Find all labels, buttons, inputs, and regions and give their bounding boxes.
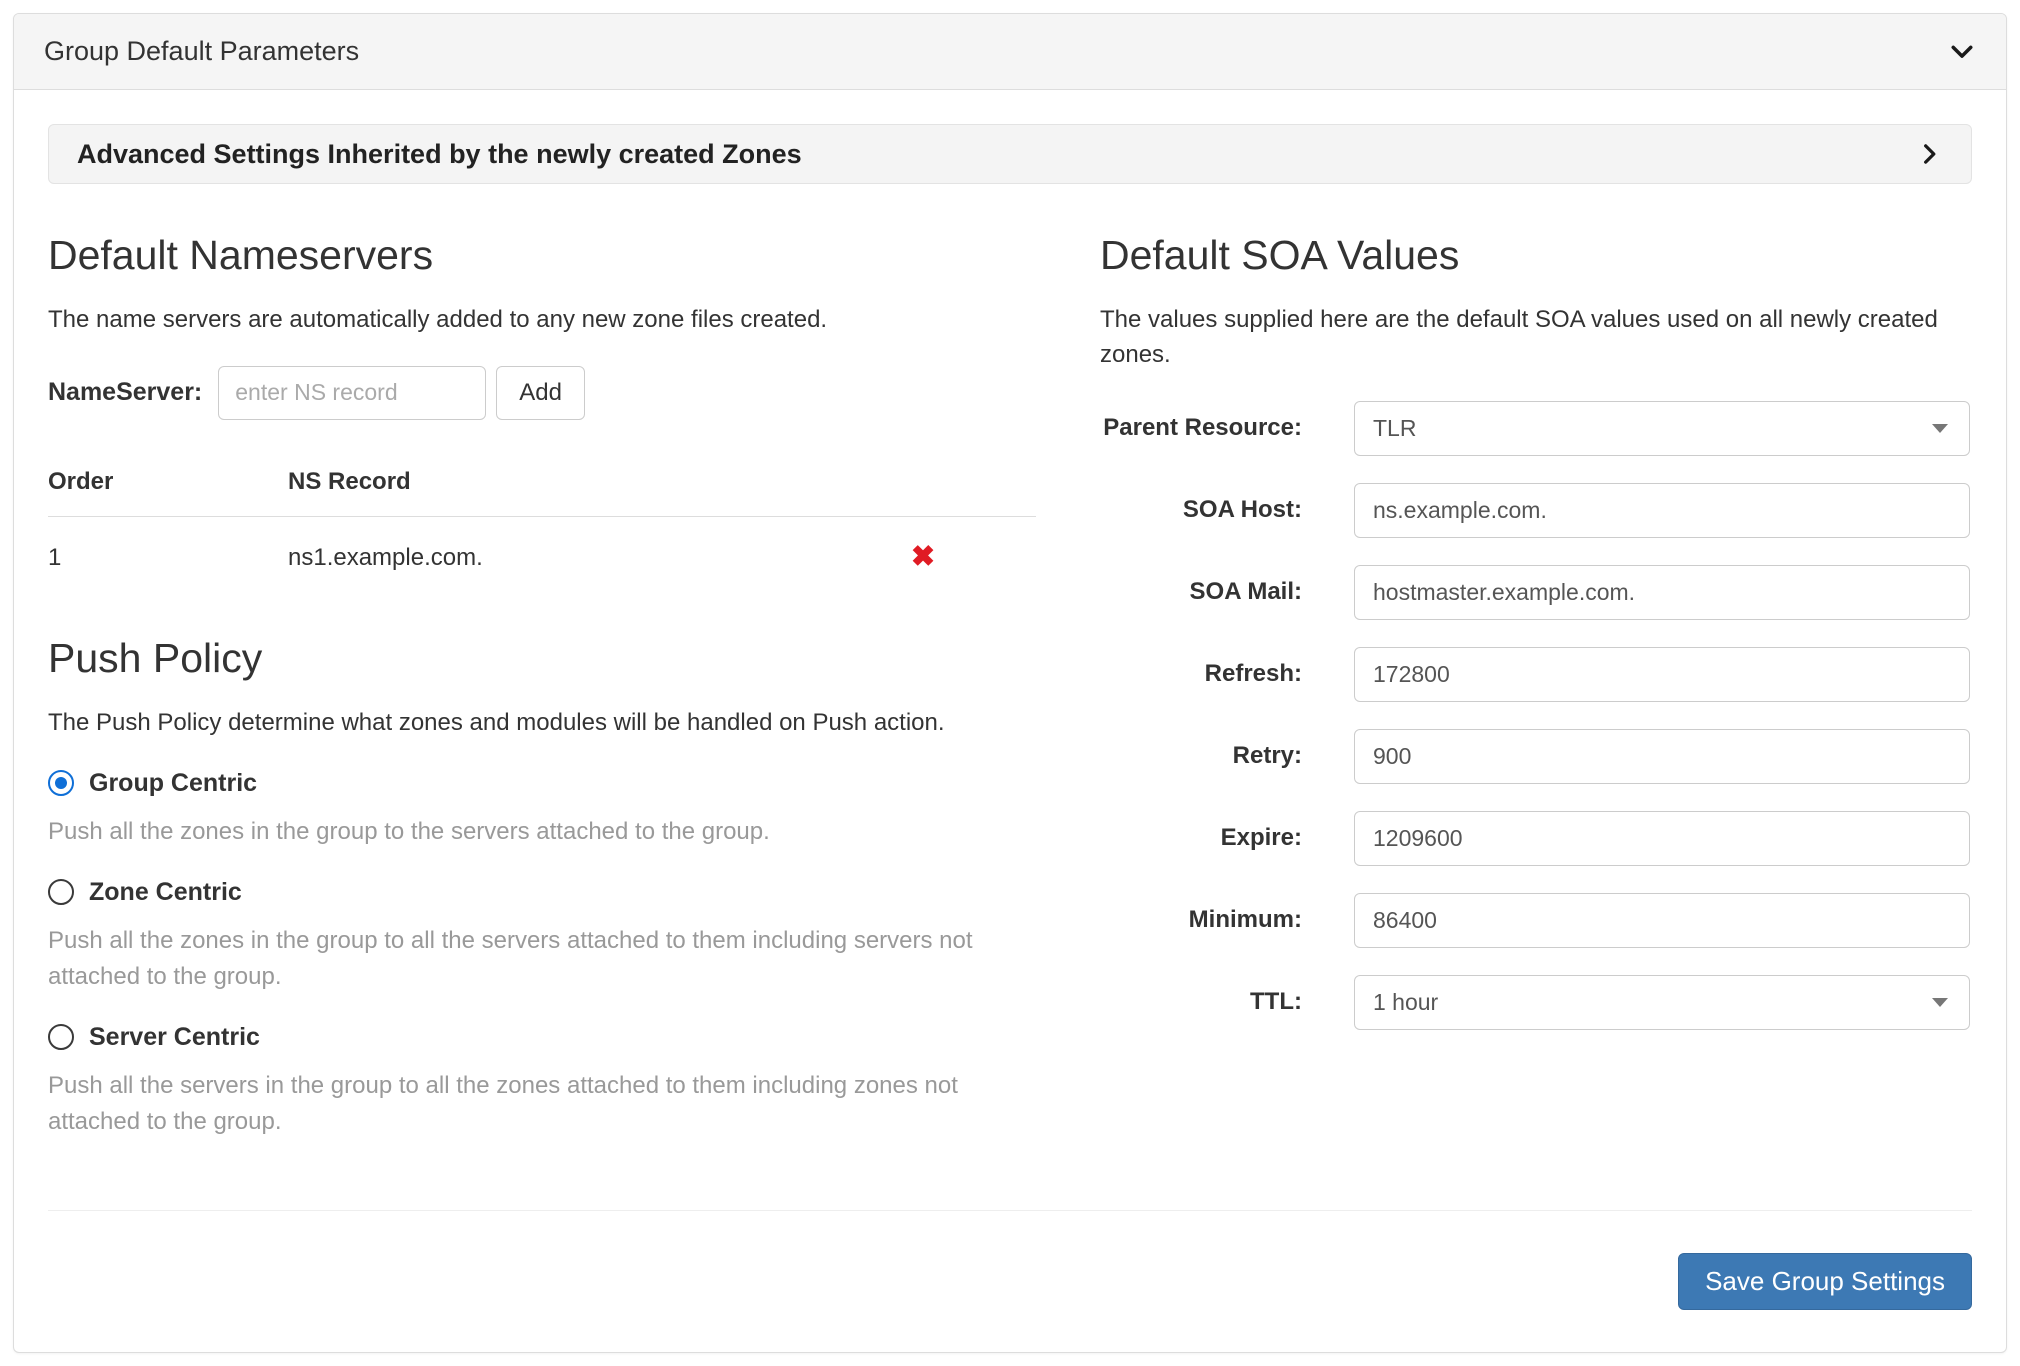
push-policy-option-zone-centric: Zone Centric Push all the zones in the g… [48, 878, 1036, 995]
nameserver-order-cell: 1 [48, 516, 288, 599]
soa-title: Default SOA Values [1100, 232, 1972, 279]
parent-resource-value[interactable] [1354, 401, 1970, 456]
panel-body: Advanced Settings Inherited by the newly… [14, 90, 2006, 1352]
soa-form: Parent Resource: SOA Host: SOA Mail: [1100, 401, 1972, 1030]
nameserver-record-cell: ns1.example.com. [288, 516, 810, 599]
refresh-input[interactable] [1354, 647, 1970, 702]
group-centric-radio[interactable] [48, 770, 74, 796]
soa-mail-row: SOA Mail: [1100, 565, 1972, 620]
ttl-label: TTL: [1100, 987, 1302, 1017]
soa-host-input[interactable] [1354, 483, 1970, 538]
group-default-parameters-panel: Group Default Parameters Advanced Settin… [13, 13, 2007, 1353]
advanced-settings-bar[interactable]: Advanced Settings Inherited by the newly… [48, 124, 1972, 184]
push-policy-option-server-centric: Server Centric Push all the servers in t… [48, 1023, 1036, 1140]
group-centric-label: Group Centric [89, 769, 257, 798]
zone-centric-radio-row[interactable]: Zone Centric [48, 878, 1036, 907]
zone-centric-label: Zone Centric [89, 878, 242, 907]
expire-row: Expire: [1100, 811, 1972, 866]
refresh-row: Refresh: [1100, 647, 1972, 702]
soa-host-label: SOA Host: [1100, 495, 1302, 525]
nameservers-title: Default Nameservers [48, 232, 1036, 279]
soa-mail-label: SOA Mail: [1100, 577, 1302, 607]
panel-header[interactable]: Group Default Parameters [14, 14, 2006, 90]
left-column: Default Nameservers The name servers are… [48, 228, 1036, 1210]
add-nameserver-button[interactable]: Add [496, 366, 585, 420]
chevron-down-icon[interactable] [1948, 38, 1976, 66]
content-columns: Default Nameservers The name servers are… [48, 228, 1972, 1210]
advanced-settings-label: Advanced Settings Inherited by the newly… [77, 139, 802, 170]
parent-resource-label: Parent Resource: [1100, 413, 1302, 443]
table-header-record: NS Record [288, 454, 810, 517]
refresh-label: Refresh: [1100, 659, 1302, 689]
server-centric-radio-row[interactable]: Server Centric [48, 1023, 1036, 1052]
chevron-right-icon[interactable] [1917, 139, 1943, 169]
minimum-label: Minimum: [1100, 905, 1302, 935]
group-centric-radio-row[interactable]: Group Centric [48, 769, 1036, 798]
server-centric-label: Server Centric [89, 1023, 260, 1052]
minimum-input[interactable] [1354, 893, 1970, 948]
zone-centric-description: Push all the zones in the group to all t… [48, 923, 1036, 995]
table-header-order: Order [48, 454, 288, 517]
ttl-value[interactable] [1354, 975, 1970, 1030]
retry-label: Retry: [1100, 741, 1302, 771]
right-column: Default SOA Values The values supplied h… [1100, 228, 1972, 1210]
soa-mail-input[interactable] [1354, 565, 1970, 620]
panel-footer: Save Group Settings [48, 1210, 1972, 1310]
nameservers-description: The name servers are automatically added… [48, 303, 1036, 338]
nameserver-add-row: NameServer: Add [48, 366, 1036, 420]
retry-row: Retry: [1100, 729, 1972, 784]
panel-title: Group Default Parameters [44, 36, 359, 67]
push-policy-title: Push Policy [48, 635, 1036, 682]
expire-label: Expire: [1100, 823, 1302, 853]
retry-input[interactable] [1354, 729, 1970, 784]
push-policy-description: The Push Policy determine what zones and… [48, 706, 1036, 741]
parent-resource-row: Parent Resource: [1100, 401, 1972, 456]
zone-centric-radio[interactable] [48, 879, 74, 905]
delete-nameserver-icon[interactable]: ✖ [911, 541, 935, 573]
expire-input[interactable] [1354, 811, 1970, 866]
nameserver-field-label: NameServer: [48, 378, 202, 407]
save-group-settings-button[interactable]: Save Group Settings [1678, 1253, 1972, 1310]
parent-resource-select[interactable] [1354, 401, 1970, 456]
server-centric-radio[interactable] [48, 1024, 74, 1050]
push-policy-option-group-centric: Group Centric Push all the zones in the … [48, 769, 1036, 850]
server-centric-description: Push all the servers in the group to all… [48, 1068, 1036, 1140]
minimum-row: Minimum: [1100, 893, 1972, 948]
ttl-select[interactable] [1354, 975, 1970, 1030]
group-centric-description: Push all the zones in the group to the s… [48, 814, 1036, 850]
ttl-row: TTL: [1100, 975, 1972, 1030]
table-header-actions [810, 454, 1036, 517]
table-row: 1 ns1.example.com. ✖ [48, 516, 1036, 599]
nameserver-input[interactable] [218, 366, 486, 420]
soa-host-row: SOA Host: [1100, 483, 1972, 538]
soa-description: The values supplied here are the default… [1100, 303, 1972, 373]
nameserver-table: Order NS Record 1 ns1.example.com. ✖ [48, 454, 1036, 599]
